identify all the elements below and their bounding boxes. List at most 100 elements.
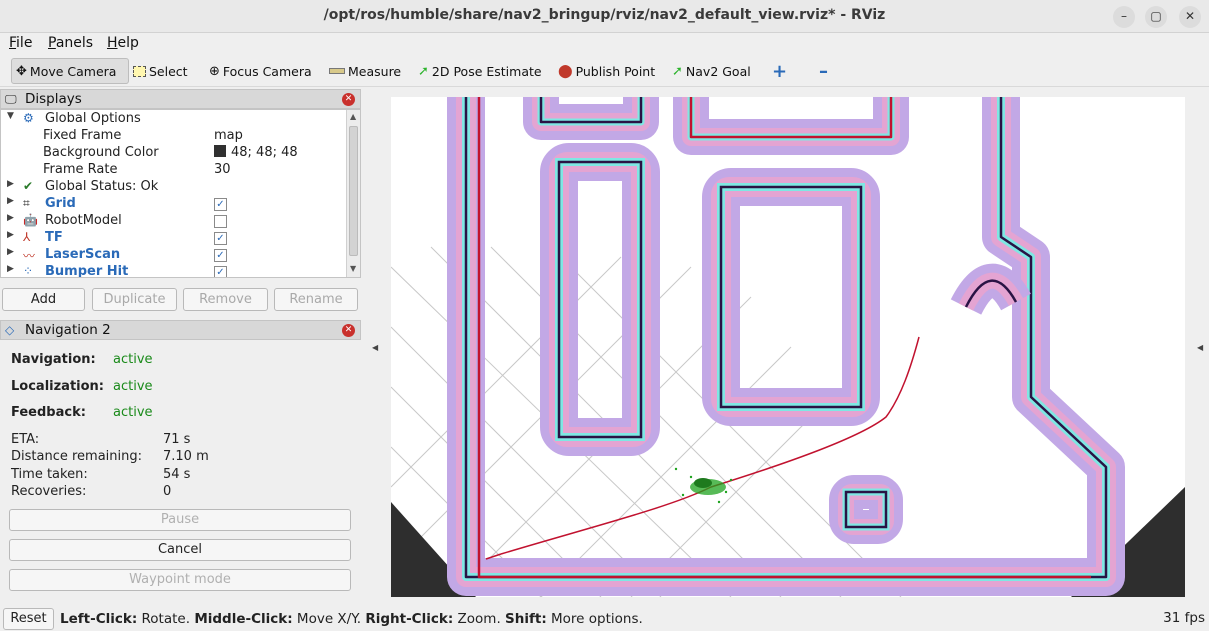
pose-estimate-tool[interactable]: ➚ 2D Pose Estimate xyxy=(414,58,546,84)
scroll-up-icon[interactable]: ▲ xyxy=(350,112,356,121)
navigation-status-value: active xyxy=(113,352,153,367)
global-options-label: Global Options xyxy=(45,111,141,126)
pause-button[interactable]: Pause xyxy=(9,509,351,531)
scrollbar-thumb[interactable] xyxy=(349,126,358,256)
recoveries-label: Recoveries: xyxy=(11,484,87,499)
monitor-icon: 🖵 xyxy=(5,92,17,106)
focus-camera-icon: ⊕ xyxy=(209,63,220,79)
small-box-costmap xyxy=(829,475,903,544)
color-swatch[interactable] xyxy=(214,145,226,157)
expand-arrow-icon[interactable]: ▼ xyxy=(7,111,14,121)
cancel-button[interactable]: Cancel xyxy=(9,539,351,561)
tree-row-background-color[interactable]: Background Color 48; 48; 48 xyxy=(1,145,346,162)
localization-status-value: active xyxy=(113,379,153,394)
grid-label: Grid xyxy=(45,196,76,211)
publish-point-tool[interactable]: ⬤ Publish Point xyxy=(554,58,659,84)
eta-value: 71 s xyxy=(163,432,191,447)
close-window-button[interactable]: ✕ xyxy=(1179,6,1201,28)
plus-icon: + xyxy=(772,60,788,82)
window-titlebar: /opt/ros/humble/share/nav2_bringup/rviz/… xyxy=(0,0,1209,33)
background-color-label: Background Color xyxy=(43,145,159,160)
collapse-arrow-icon[interactable]: ▶ xyxy=(7,247,14,257)
close-navigation-icon[interactable]: ✕ xyxy=(342,324,355,337)
move-camera-icon: ✥ xyxy=(16,63,27,79)
close-displays-icon[interactable]: ✕ xyxy=(342,93,355,106)
tree-row-tf[interactable]: ▶ ⅄ TF ✓ xyxy=(1,230,346,247)
curved-obstacle-costmap xyxy=(950,263,1031,316)
rename-display-button[interactable]: Rename xyxy=(274,288,358,311)
add-tool-button[interactable]: + xyxy=(768,58,791,84)
maximize-button[interactable]: ▢ xyxy=(1145,6,1167,28)
collapse-arrow-icon[interactable]: ▶ xyxy=(7,264,14,274)
laser-scan-checkbox[interactable]: ✓ xyxy=(214,249,227,262)
reset-button[interactable]: Reset xyxy=(3,608,54,630)
navigation-status-label: Navigation: xyxy=(11,352,96,367)
move-camera-tool[interactable]: ✥ Move Camera xyxy=(11,58,129,84)
collapse-arrow-icon[interactable]: ▶ xyxy=(7,179,14,189)
bumper-hit-checkbox[interactable]: ✓ xyxy=(214,266,227,277)
tree-row-bumper-hit[interactable]: ▶ ⁘ Bumper Hit ✓ xyxy=(1,264,346,278)
costmap-render[interactable] xyxy=(391,97,1185,597)
axes-icon: ⅄ xyxy=(23,230,31,244)
background-color-value[interactable]: 48; 48; 48 xyxy=(214,145,298,160)
ruler-icon xyxy=(329,68,345,74)
minimize-button[interactable]: – xyxy=(1113,6,1135,28)
status-bar: Reset Left-Click: Rotate. Middle-Click: … xyxy=(0,605,1209,631)
tree-row-laser-scan[interactable]: ▶ 〰 LaserScan ✓ xyxy=(1,247,346,264)
collapse-left-panel-icon[interactable]: ◀ xyxy=(372,343,378,352)
scroll-down-icon[interactable]: ▼ xyxy=(350,264,356,273)
fps-readout: 31 fps xyxy=(1163,610,1205,626)
tree-row-frame-rate[interactable]: Frame Rate 30 xyxy=(1,162,346,179)
bumper-hit-label: Bumper Hit xyxy=(45,264,129,278)
center-block-costmap xyxy=(702,168,880,426)
tf-label: TF xyxy=(45,230,63,245)
left-pillar-costmap xyxy=(540,143,660,456)
check-icon: ✔ xyxy=(23,179,34,193)
points-icon: ⁘ xyxy=(23,264,34,278)
remove-display-button[interactable]: Remove xyxy=(183,288,268,311)
goal-arrow-icon: ➚ xyxy=(672,63,683,79)
robot-model-label: RobotModel xyxy=(45,213,122,228)
collapse-arrow-icon[interactable]: ▶ xyxy=(7,213,14,223)
gear-icon: ⚙ xyxy=(23,111,34,125)
frame-rate-value[interactable]: 30 xyxy=(214,162,231,177)
menu-file[interactable]: File xyxy=(9,35,32,51)
feedback-status-value: active xyxy=(113,405,153,420)
collapse-arrow-icon[interactable]: ▶ xyxy=(7,230,14,240)
select-icon xyxy=(133,65,146,77)
frame-rate-label: Frame Rate xyxy=(43,162,118,177)
window-title: /opt/ros/humble/share/nav2_bringup/rviz/… xyxy=(323,7,886,23)
fixed-frame-value[interactable]: map xyxy=(214,128,243,143)
top-room-costmap xyxy=(523,97,909,155)
focus-camera-tool[interactable]: ⊕ Focus Camera xyxy=(205,58,316,84)
minus-icon: – xyxy=(819,60,828,82)
robot-model-checkbox[interactable] xyxy=(214,215,227,228)
select-tool[interactable]: Select xyxy=(129,58,192,84)
tree-row-robot-model[interactable]: ▶ 🤖 RobotModel xyxy=(1,213,346,230)
tree-row-fixed-frame[interactable]: Fixed Frame map xyxy=(1,128,346,145)
diamond-icon: ◇ xyxy=(5,323,15,337)
menu-panels[interactable]: Panels xyxy=(48,35,93,51)
remove-tool-button[interactable]: – xyxy=(815,58,832,84)
menu-bar: File Panels Help xyxy=(0,33,1209,55)
localization-status-label: Localization: xyxy=(11,379,104,394)
navigation-panel: Navigation: active Localization: active … xyxy=(0,340,361,602)
mouse-hint: Left-Click: Rotate. Middle-Click: Move X… xyxy=(60,611,643,627)
map-viewport[interactable] xyxy=(391,97,1185,597)
duplicate-display-button[interactable]: Duplicate xyxy=(92,288,177,311)
tree-row-global-options[interactable]: ▼ ⚙ Global Options xyxy=(1,111,346,128)
nav2-goal-tool[interactable]: ➚ Nav2 Goal xyxy=(668,58,755,84)
measure-tool[interactable]: Measure xyxy=(325,58,405,84)
grid-checkbox[interactable]: ✓ xyxy=(214,198,227,211)
add-display-button[interactable]: Add xyxy=(2,288,85,311)
tree-row-grid[interactable]: ▶ ⌗ Grid ✓ xyxy=(1,196,346,213)
menu-help[interactable]: Help xyxy=(107,35,139,51)
expand-right-panel-icon[interactable]: ◀ xyxy=(1197,343,1203,352)
feedback-status-label: Feedback: xyxy=(11,405,86,420)
tf-checkbox[interactable]: ✓ xyxy=(214,232,227,245)
displays-tree: ▼ ⚙ Global Options Fixed Frame map Backg… xyxy=(0,109,361,278)
tree-row-global-status[interactable]: ▶ ✔ Global Status: Ok xyxy=(1,179,346,196)
waypoint-mode-button[interactable]: Waypoint mode xyxy=(9,569,351,591)
collapse-arrow-icon[interactable]: ▶ xyxy=(7,196,14,206)
displays-scrollbar[interactable]: ▲ ▼ xyxy=(346,110,360,277)
